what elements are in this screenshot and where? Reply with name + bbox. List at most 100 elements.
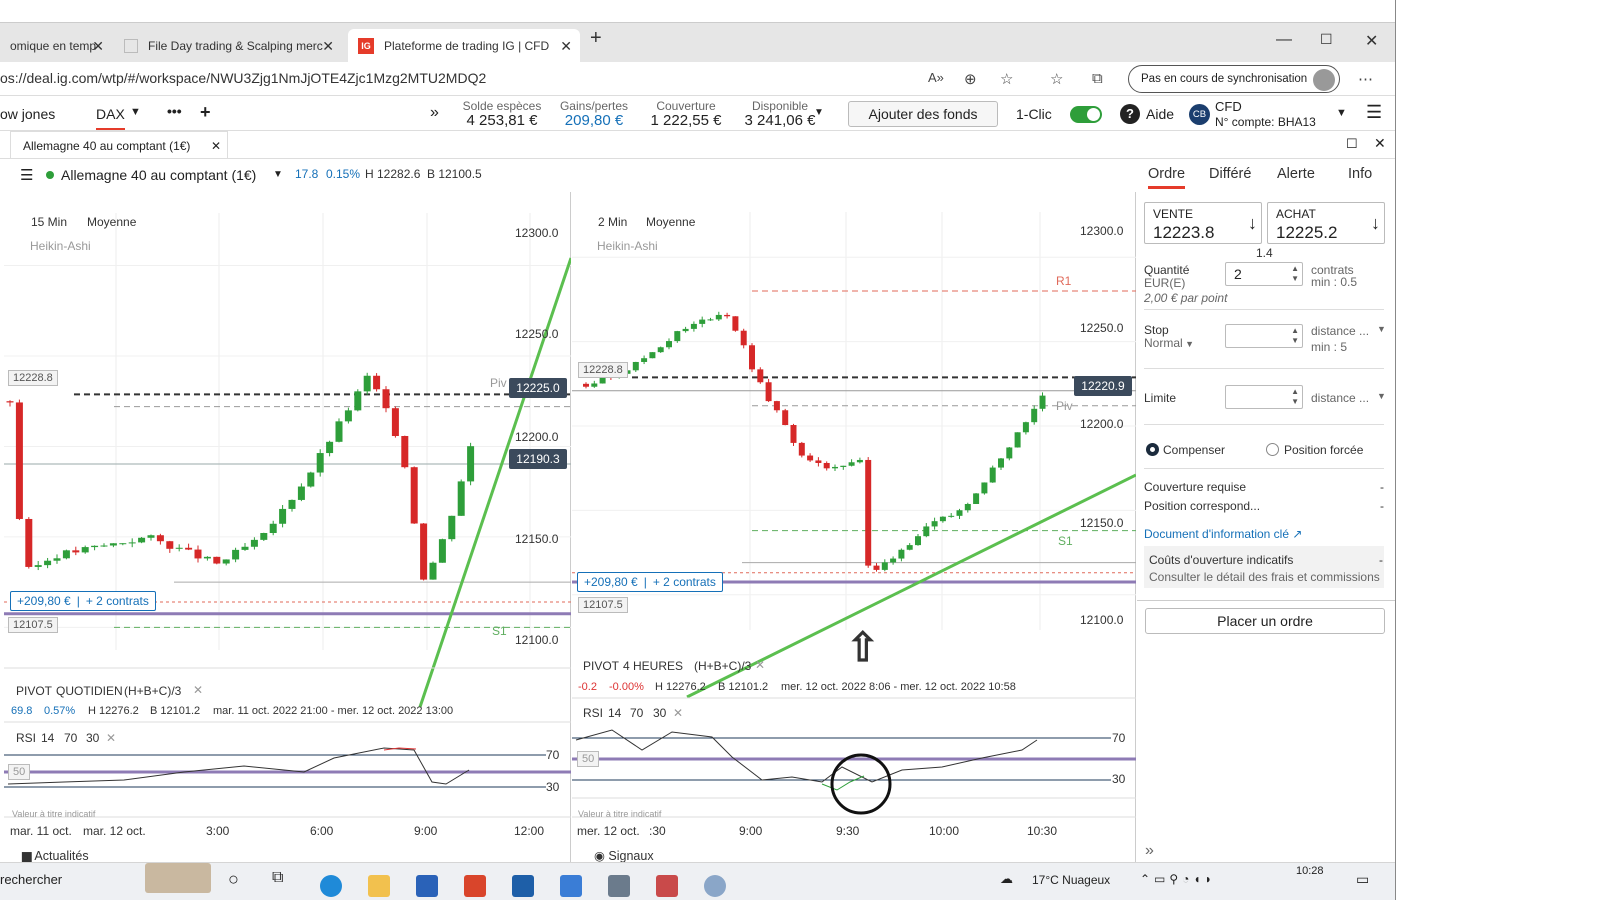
position-box[interactable]: +209,80 € | + 2 contrats	[10, 591, 156, 611]
chart-panel-2min[interactable]: 2 Min Moyenne Heikin-Ashi 12300.0 12250.…	[572, 192, 1136, 863]
folder-icon[interactable]	[368, 875, 390, 897]
position-box[interactable]: +209,80 € | + 2 contrats	[577, 572, 723, 592]
candle-body	[1006, 447, 1013, 459]
hamburger-icon[interactable]: ☰	[20, 166, 33, 184]
costs-link[interactable]: Consulter le détail des frais et commiss…	[1149, 570, 1380, 584]
close-icon[interactable]: ✕	[322, 38, 334, 55]
task-view-icon[interactable]: ⧉	[272, 869, 283, 887]
help-icon[interactable]: ?	[1120, 104, 1140, 124]
chart-canvas[interactable]	[4, 192, 571, 862]
radio-compensate[interactable]	[1146, 443, 1159, 456]
stop-input[interactable]: ▲ ▼	[1225, 324, 1303, 348]
chart-average[interactable]: Moyenne	[87, 215, 136, 229]
one-click-toggle[interactable]	[1070, 106, 1102, 123]
radio-compensate-label[interactable]: Compenser	[1163, 443, 1225, 457]
sync-button[interactable]: Pas en cours de synchronisation	[1128, 65, 1340, 93]
office-icon[interactable]	[464, 875, 486, 897]
maximize-panel-icon[interactable]: ☐	[1346, 136, 1358, 152]
browser-tab[interactable]: omique en temp ✕	[0, 29, 112, 63]
chevron-down-icon[interactable]: ▼	[1377, 324, 1386, 334]
weather-label[interactable]: 17°C Nuageux	[1032, 873, 1110, 887]
taskbar-search[interactable]: rechercher	[0, 872, 62, 887]
menu-icon[interactable]: ☰	[1366, 102, 1382, 123]
chevron-down-icon[interactable]: ▼	[130, 106, 141, 118]
double-chevron-right-icon[interactable]: »	[430, 104, 439, 122]
app-icon[interactable]	[560, 875, 582, 897]
tab-deferred[interactable]: Différé	[1209, 166, 1251, 182]
close-icon[interactable]: ✕	[106, 731, 116, 745]
tab-alert[interactable]: Alerte	[1277, 166, 1315, 182]
close-icon[interactable]: ✕	[193, 683, 203, 697]
chevron-down-icon[interactable]: ▼	[1336, 107, 1347, 119]
stepper-arrows-icon[interactable]: ▲ ▼	[1291, 264, 1299, 284]
tab-info[interactable]: Info	[1348, 166, 1372, 182]
search-icon[interactable]: ○	[228, 869, 239, 890]
browser-tab[interactable]: File Day trading & Scalping merc ✕	[114, 29, 342, 63]
workspace-tab[interactable]: Allemagne 40 au comptant (1€) ✕	[10, 131, 228, 159]
buy-button[interactable]: ACHAT 12225.2 ↓	[1267, 202, 1385, 244]
place-order-button[interactable]: Placer un ordre	[1145, 608, 1385, 634]
notifications-icon[interactable]: ▭	[1356, 871, 1369, 888]
radio-forced[interactable]	[1266, 443, 1279, 456]
stop-type[interactable]: Normal ▼	[1144, 336, 1194, 350]
limit-input[interactable]: ▲ ▼	[1225, 385, 1303, 409]
instrument-name[interactable]: Allemagne 40 au comptant (1€)	[61, 167, 256, 183]
edge-icon[interactable]	[320, 875, 342, 897]
news-tab[interactable]: ▆ Actualités	[22, 848, 89, 863]
store-icon[interactable]	[416, 875, 438, 897]
close-icon[interactable]: ✕	[560, 38, 572, 55]
quantity-stepper[interactable]: 2 ▲ ▼	[1225, 262, 1303, 286]
market-tab[interactable]: ow jones	[0, 106, 55, 122]
clock-time[interactable]: 10:28	[1296, 865, 1324, 877]
chart-panel-15min[interactable]: 15 Min Moyenne Heikin-Ashi 12300.0 12250…	[4, 192, 571, 863]
calculator-icon[interactable]	[608, 875, 630, 897]
paint-icon[interactable]	[704, 875, 726, 897]
help-label[interactable]: Aide	[1146, 106, 1174, 122]
pivot-study-high: H 12276.2	[88, 705, 139, 717]
signals-tab[interactable]: ◉ Signaux	[594, 848, 654, 863]
stepper-arrows-icon[interactable]: ▲ ▼	[1291, 387, 1299, 407]
market-tab-active[interactable]: DAX	[96, 106, 125, 130]
sell-button[interactable]: VENTE 12223.8 ↓	[1144, 202, 1262, 244]
close-panel-icon[interactable]: ✕	[1374, 135, 1386, 152]
chart-canvas[interactable]	[572, 192, 1136, 862]
doc-link[interactable]: Document d'information clé ↗	[1144, 527, 1302, 541]
chart-average[interactable]: Moyenne	[646, 215, 695, 229]
maximize-icon[interactable]: ☐	[1320, 31, 1333, 48]
close-window-icon[interactable]: ✕	[1365, 31, 1378, 51]
new-tab-icon[interactable]: +	[590, 27, 602, 50]
chevron-down-icon[interactable]: ▼	[814, 107, 824, 118]
radio-forced-label[interactable]: Position forcée	[1284, 443, 1363, 457]
favorite-add-icon[interactable]: ☆	[1000, 70, 1013, 88]
more-icon[interactable]: ⋯	[1358, 70, 1373, 88]
stepper-arrows-icon[interactable]: ▲ ▼	[1291, 326, 1299, 346]
more-icon[interactable]: •••	[167, 103, 182, 119]
chart-interval[interactable]: 2 Min	[598, 215, 627, 229]
browser-tab-active[interactable]: IG Plateforme de trading IG | CFD ✕	[348, 29, 580, 63]
read-aloud-icon[interactable]: A»	[928, 70, 944, 85]
favorites-icon[interactable]: ☆	[1050, 70, 1063, 88]
limit-distance[interactable]: distance ...	[1311, 391, 1369, 405]
level-tag: 12228.8	[578, 362, 628, 378]
close-icon[interactable]: ✕	[92, 38, 104, 55]
mail-icon[interactable]	[512, 875, 534, 897]
expand-icon[interactable]: »	[1145, 842, 1154, 860]
add-icon[interactable]: +	[200, 102, 211, 123]
chevron-down-icon[interactable]: ▼	[1377, 391, 1386, 401]
collections-icon[interactable]: ⧉	[1092, 70, 1103, 87]
close-icon[interactable]: ✕	[211, 139, 221, 153]
chevron-down-icon[interactable]: ▼	[273, 169, 283, 180]
minimize-icon[interactable]: —	[1276, 31, 1292, 49]
close-icon[interactable]: ✕	[755, 658, 765, 672]
close-icon[interactable]: ✕	[673, 706, 683, 720]
add-funds-button[interactable]: Ajouter des fonds	[848, 101, 998, 127]
app-icon[interactable]	[656, 875, 678, 897]
zoom-icon[interactable]: ⊕	[964, 70, 977, 88]
tray-icons[interactable]: ⌃▭⚲◔◖◗	[1140, 872, 1216, 886]
tab-order[interactable]: Ordre	[1148, 166, 1186, 189]
weather-icon[interactable]: ☁	[1000, 871, 1013, 887]
stop-distance[interactable]: distance ...	[1311, 324, 1369, 338]
chart-interval[interactable]: 15 Min	[31, 215, 67, 229]
url-field[interactable]: os://deal.ig.com/wtp/#/workspace/NWU3Zjg…	[0, 70, 486, 86]
pivot-study-change: 69.8	[11, 705, 33, 717]
